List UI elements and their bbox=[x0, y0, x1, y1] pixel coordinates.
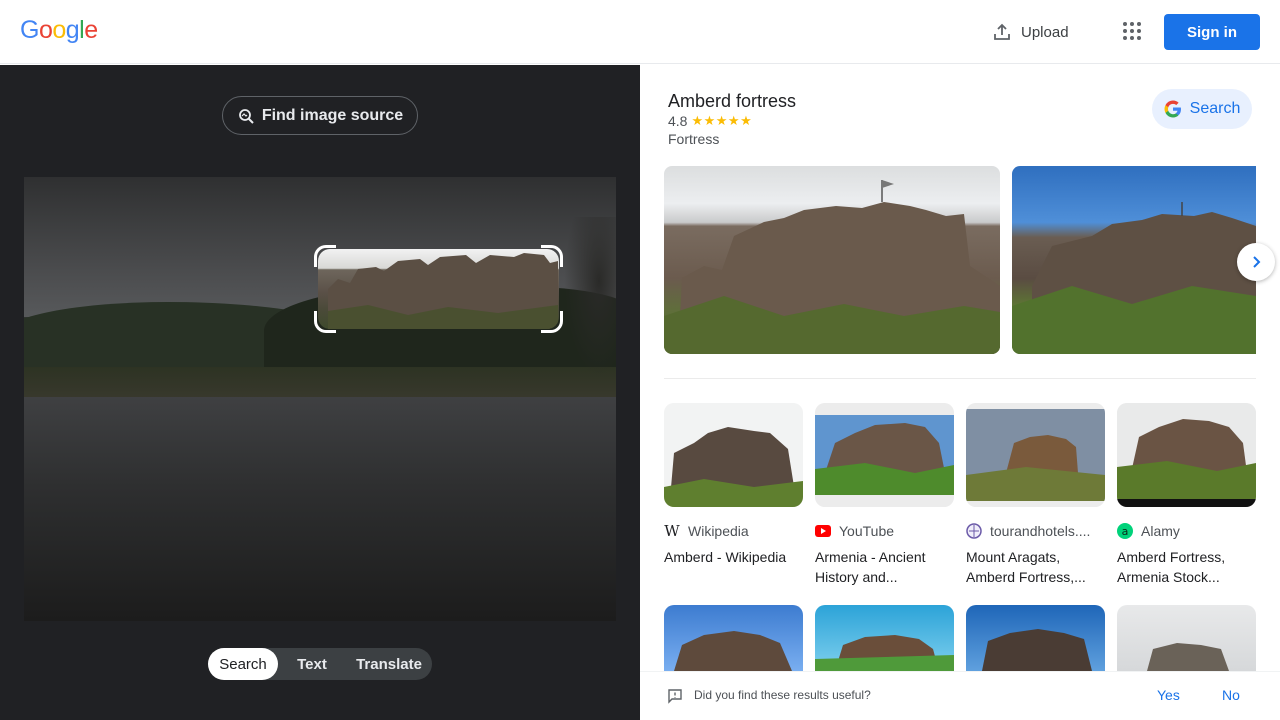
entity-image-2[interactable] bbox=[1012, 166, 1256, 354]
result-source: a Alamy bbox=[1117, 521, 1256, 541]
logo-letter: o bbox=[38, 16, 53, 44]
feedback-icon bbox=[668, 689, 682, 704]
search-entity-label: Search bbox=[1189, 100, 1241, 117]
feedback-yes-button[interactable]: Yes bbox=[1157, 687, 1180, 703]
upload-label: Upload bbox=[1021, 23, 1069, 41]
result-title: Amberd - Wikipedia bbox=[664, 549, 787, 565]
sign-in-button[interactable]: Sign in bbox=[1164, 14, 1260, 50]
result-title: Mount Aragats, Amberd Fortress,... bbox=[966, 549, 1086, 585]
logo-letter: o bbox=[52, 16, 66, 44]
wikipedia-icon: W bbox=[664, 522, 680, 540]
result-title: Amberd Fortress, Armenia Stock... bbox=[1117, 549, 1226, 585]
result-thumbnail[interactable] bbox=[1117, 605, 1256, 671]
youtube-icon bbox=[815, 523, 831, 539]
logo-letter: e bbox=[84, 16, 98, 44]
result-title: Armenia - Ancient History and... bbox=[815, 549, 926, 585]
google-g-icon bbox=[1164, 100, 1181, 118]
selected-region bbox=[318, 249, 559, 329]
entity-title[interactable]: Amberd fortress bbox=[668, 91, 796, 112]
apps-grid-icon[interactable] bbox=[1120, 20, 1144, 44]
result-card[interactable]: tourandhotels.... Mount Aragats, Amberd … bbox=[966, 403, 1105, 587]
logo-letter: g bbox=[65, 16, 80, 44]
entity-image-1[interactable] bbox=[664, 166, 1000, 354]
result-source: tourandhotels.... bbox=[966, 521, 1105, 541]
result-thumbnail[interactable] bbox=[966, 605, 1105, 671]
top-bar: Google Upload Sign in bbox=[0, 0, 1280, 64]
query-image[interactable] bbox=[24, 177, 616, 621]
upload-button[interactable]: Upload bbox=[992, 18, 1069, 46]
upload-icon bbox=[994, 23, 1010, 40]
feedback-no-button[interactable]: No bbox=[1222, 687, 1240, 703]
logo-letter: G bbox=[20, 16, 39, 44]
result-source-label: tourandhotels.... bbox=[990, 523, 1091, 539]
chevron-right-icon bbox=[1253, 256, 1261, 268]
next-images-button[interactable] bbox=[1237, 243, 1275, 281]
rating-value: 4.8 bbox=[668, 113, 688, 129]
result-card[interactable]: a Alamy Amberd Fortress, Armenia Stock..… bbox=[1117, 403, 1256, 587]
results-pane: Amberd fortress 4.8 ★★★★★ Fortress Searc… bbox=[640, 65, 1280, 720]
tourandhotels-icon bbox=[966, 523, 982, 539]
result-thumbnail bbox=[664, 403, 803, 507]
lens-mode-switcher: Search Text Translate bbox=[208, 648, 432, 680]
section-divider bbox=[664, 378, 1256, 379]
result-source-label: Wikipedia bbox=[688, 523, 749, 539]
feedback-question: Did you find these results useful? bbox=[694, 688, 871, 702]
search-entity-button[interactable]: Search bbox=[1152, 89, 1252, 129]
result-thumbnail bbox=[966, 403, 1105, 507]
mode-translate-tab[interactable]: Translate bbox=[346, 648, 432, 680]
result-card[interactable]: YouTube Armenia - Ancient History and... bbox=[815, 403, 954, 587]
result-thumbnail[interactable] bbox=[815, 605, 954, 671]
svg-text:a: a bbox=[1122, 525, 1129, 538]
alamy-icon: a bbox=[1117, 523, 1133, 539]
mode-search-tab[interactable]: Search bbox=[208, 648, 278, 680]
google-logo[interactable]: Google bbox=[20, 16, 98, 45]
find-image-source-button[interactable]: Find image source bbox=[222, 96, 418, 135]
result-thumbnail[interactable] bbox=[664, 605, 803, 671]
selection-crop-box[interactable] bbox=[314, 245, 563, 333]
result-source: YouTube bbox=[815, 521, 954, 541]
result-source-label: Alamy bbox=[1141, 523, 1180, 539]
result-source: W Wikipedia bbox=[664, 521, 803, 541]
feedback-bar: Did you find these results useful? Yes N… bbox=[640, 671, 1280, 720]
mode-text-tab[interactable]: Text bbox=[278, 648, 346, 680]
result-card[interactable]: W Wikipedia Amberd - Wikipedia bbox=[664, 403, 803, 587]
entity-rating: 4.8 ★★★★★ bbox=[668, 113, 752, 129]
lens-image-pane: Find image source Search Text Translate bbox=[0, 65, 640, 720]
result-thumbnail bbox=[815, 403, 954, 507]
rating-stars: ★★★★★ bbox=[691, 113, 753, 128]
result-source-label: YouTube bbox=[839, 523, 895, 539]
entity-type: Fortress bbox=[668, 131, 720, 147]
find-image-source-label: Find image source bbox=[261, 106, 404, 124]
result-thumbnail bbox=[1117, 403, 1256, 507]
image-search-icon bbox=[238, 108, 254, 124]
